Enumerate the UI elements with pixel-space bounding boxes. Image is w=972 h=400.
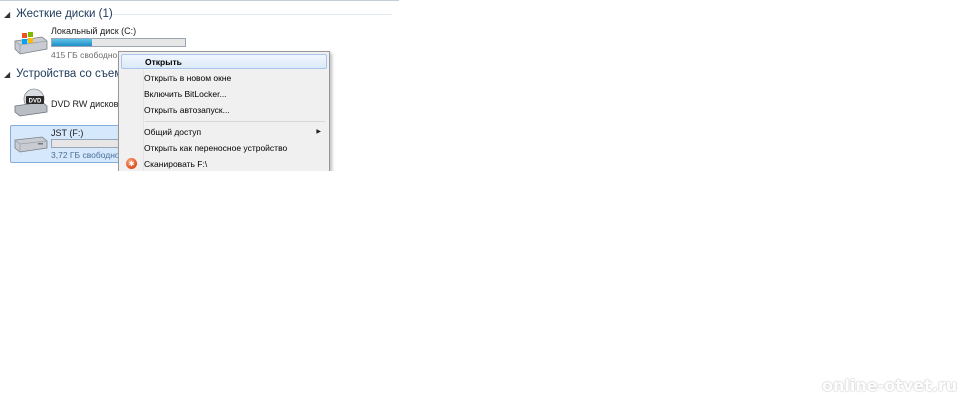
menu-item-open-as-portable[interactable]: Открыть как переносное устройство — [121, 140, 327, 155]
collapse-triangle-icon[interactable]: ◢ — [4, 10, 10, 19]
menu-item-open-autoplay[interactable]: Открыть автозапуск... — [121, 102, 327, 117]
group-header-hard-disks[interactable]: ◢ Жесткие диски (1) — [4, 6, 113, 22]
group-header-removable[interactable]: ◢ Устройства со съемн — [4, 66, 129, 82]
group-divider — [112, 14, 392, 15]
group-title-hard-disks: Жесткие диски (1) — [16, 8, 113, 20]
group-title-removable: Устройства со съемн — [16, 68, 129, 80]
disk-usage-bar-f — [51, 139, 123, 148]
menu-item-label: Открыть — [145, 56, 182, 67]
menu-item-label: Открыть в новом окне — [144, 72, 232, 83]
disk-usage-bar-c — [51, 38, 186, 47]
drive-name-local-c: Локальный диск (C:) — [51, 26, 137, 36]
usb-drive-icon — [14, 136, 48, 153]
menu-item-open-new-window[interactable]: Открыть в новом окне — [121, 70, 327, 85]
menu-item-open[interactable]: Открыть — [121, 54, 327, 69]
site-watermark: online-otvet.ru — [822, 376, 958, 395]
menu-item-label: Включить BitLocker... — [144, 88, 227, 99]
drive-name-jst-f: JST (F:) — [51, 128, 84, 138]
menu-item-enable-bitlocker[interactable]: Включить BitLocker... — [121, 86, 327, 101]
dvd-drive-icon: DVD — [14, 88, 48, 117]
menu-item-label: Открыть автозапуск... — [144, 104, 230, 115]
hard-drive-windows-icon — [14, 32, 48, 55]
menu-item-sharing[interactable]: Общий доступ ▶ — [121, 124, 327, 139]
menu-item-label: Сканировать F:\ — [144, 158, 208, 169]
disk-usage-fill-c — [52, 39, 92, 46]
submenu-arrow-icon: ▶ — [316, 129, 321, 135]
top-border — [0, 0, 399, 1]
drive-free-space-f: 3,72 ГБ свободно — [51, 150, 120, 160]
dvd-logo-text: DVD — [29, 99, 42, 105]
drive-item-jst-f[interactable]: JST (F:) 3,72 ГБ свободно — [10, 126, 130, 160]
menu-item-label: Открыть как переносное устройство — [144, 142, 288, 153]
drive-item-dvd[interactable]: DVD DVD RW дисковод — [10, 86, 130, 120]
drive-free-space-c: 415 ГБ свободно — [51, 50, 118, 60]
antivirus-scan-icon: ✱ — [126, 158, 137, 169]
menu-item-scan[interactable]: ✱ Сканировать F:\ — [121, 156, 327, 171]
menu-separator — [145, 121, 325, 122]
explorer-computer-pane: ◢ Жесткие диски (1) Локальный диск (C:) … — [0, 0, 399, 171]
menu-item-label: Общий доступ — [144, 126, 202, 137]
collapse-triangle-icon[interactable]: ◢ — [4, 70, 10, 79]
drive-name-dvd: DVD RW дисковод — [51, 99, 129, 109]
context-menu: Открыть Открыть в новом окне Включить Bi… — [118, 51, 330, 171]
